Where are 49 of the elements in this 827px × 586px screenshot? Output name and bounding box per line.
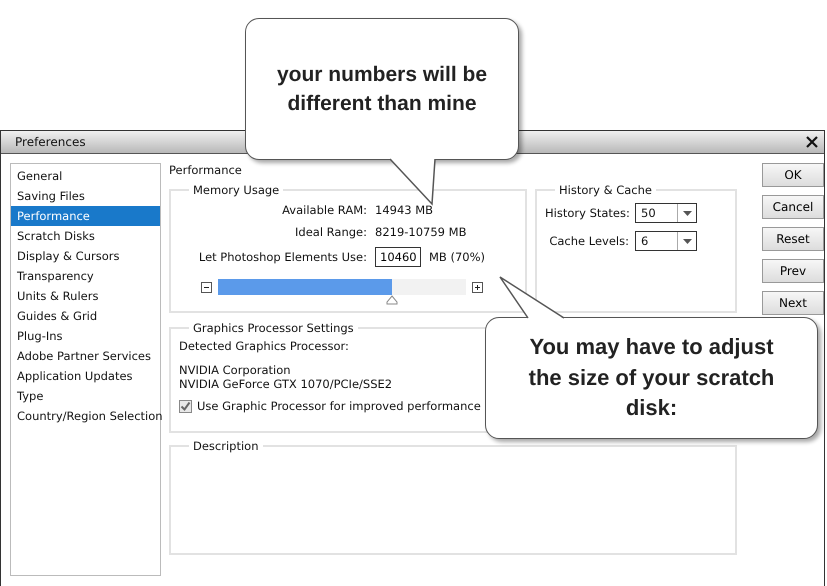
sidebar-item[interactable]: Type	[11, 386, 160, 406]
dialog-button[interactable]: Next	[762, 291, 824, 315]
group-title: Graphics Processor Settings	[192, 321, 355, 335]
detected-label: Detected Graphics Processor:	[179, 339, 349, 353]
plus-icon[interactable]	[472, 282, 483, 293]
sidebar-item[interactable]: Units & Rulers	[11, 286, 160, 306]
checkbox[interactable]	[179, 400, 192, 412]
field-value: 8219-10759 MB	[375, 225, 468, 239]
slider-thumb[interactable]	[386, 295, 398, 305]
dropdown[interactable]: 6	[635, 231, 697, 251]
callout-text: You may have to adjust the size of your scratch disk:	[528, 332, 776, 422]
dropdown[interactable]: 50	[635, 203, 697, 223]
dialog-button[interactable]: Prev	[762, 259, 824, 283]
field-label: History States:	[545, 206, 629, 220]
memory-slider[interactable]	[218, 279, 466, 307]
sidebar-item[interactable]: General	[11, 166, 160, 186]
field-label: Available RAM:	[281, 203, 367, 217]
dialog-button[interactable]: Cancel	[762, 195, 824, 219]
dialog-button[interactable]: OK	[762, 163, 824, 187]
dropdown-arrow-icon	[682, 238, 692, 244]
window-title: Preferences	[15, 135, 86, 149]
sidebar-item[interactable]: Country/Region Selection	[11, 406, 160, 426]
sidebar-item[interactable]: Guides & Grid	[11, 306, 160, 326]
sidebar-item[interactable]: Transparency	[11, 266, 160, 286]
group-title: Memory Usage	[192, 183, 280, 197]
dropdown-arrow-icon	[682, 210, 692, 216]
group-title: History & Cache	[558, 183, 653, 197]
field-label: Let Photoshop Elements Use:	[198, 250, 367, 264]
sidebar-item[interactable]: Performance	[11, 206, 160, 226]
field-label: Ideal Range:	[294, 225, 367, 239]
sidebar-item[interactable]: Saving Files	[11, 186, 160, 206]
callout-text: your numbers will be different than mine	[276, 62, 488, 117]
gpu-name: NVIDIA GeForce GTX 1070/PCIe/SSE2	[179, 377, 392, 391]
sidebar-item[interactable]: Display & Cursors	[11, 246, 160, 266]
sidebar-item[interactable]: Scratch Disks	[11, 226, 160, 246]
checkbox-label: Use Graphic Processor for improved performance	[197, 399, 481, 413]
percent-label: MB (70%)	[429, 250, 486, 264]
minus-icon[interactable]	[201, 282, 212, 293]
sidebar-item[interactable]: Plug-Ins	[11, 326, 160, 346]
gpu-vendor: NVIDIA Corporation	[179, 363, 291, 377]
close-icon[interactable]	[806, 136, 818, 148]
field-label: Cache Levels:	[548, 234, 629, 248]
panel-title: Performance	[169, 163, 243, 179]
sidebar-item[interactable]: Application Updates	[11, 366, 160, 386]
sidebar-item[interactable]: Adobe Partner Services	[11, 346, 160, 366]
memory-input[interactable]: 10460	[375, 247, 421, 267]
field-value: 14943 MB	[375, 203, 434, 217]
dialog-button[interactable]: Reset	[762, 227, 824, 251]
group-title: Description	[192, 439, 260, 453]
